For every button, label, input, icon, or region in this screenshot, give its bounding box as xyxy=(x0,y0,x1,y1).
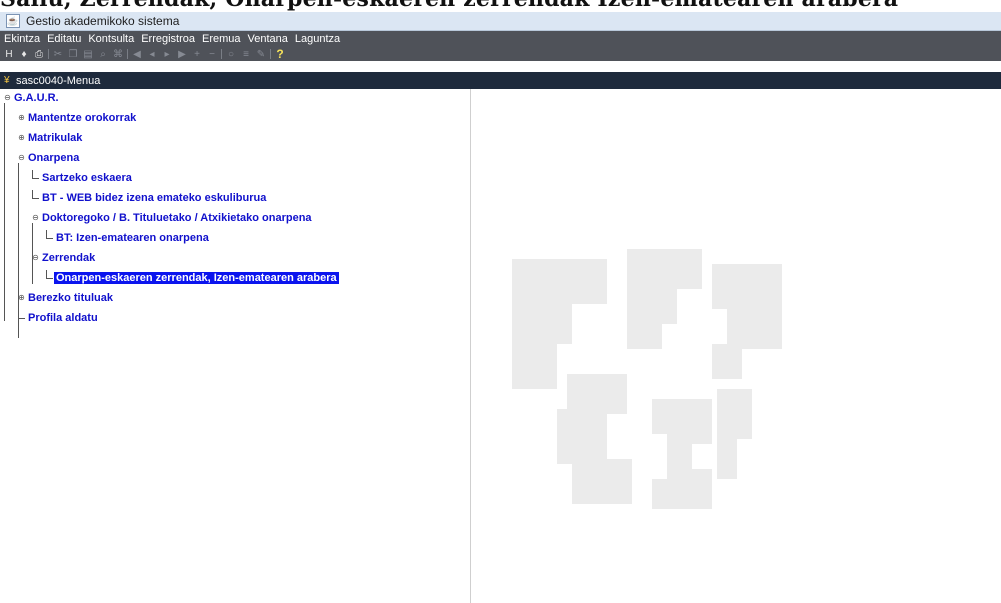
java-app-icon: ☕ xyxy=(6,14,20,28)
first-record-icon[interactable]: ◀ xyxy=(131,49,143,60)
collapse-icon[interactable]: ⊖ xyxy=(4,90,11,106)
tree-item-label[interactable]: Zerrendak xyxy=(40,252,97,264)
cut-icon[interactable]: ✂ xyxy=(52,49,64,60)
delete-record-icon[interactable]: − xyxy=(206,49,218,60)
window-title: Gestio akademikoko sistema xyxy=(26,14,180,28)
university-logo-watermark xyxy=(512,249,782,509)
tree-item-label[interactable]: BT - WEB bidez izena emateko eskuliburua xyxy=(40,192,268,204)
toolbar-separator xyxy=(127,49,128,59)
previous-record-icon[interactable]: ◂ xyxy=(146,49,158,60)
tree-item[interactable]: ⊖ Doktoregoko / B. Tituluetako / Atxikiet… xyxy=(32,210,314,226)
tree-item-label[interactable]: Onarpena xyxy=(26,152,81,164)
tree-guide-line xyxy=(32,263,33,284)
collapse-icon[interactable]: ⊖ xyxy=(32,250,39,266)
tree-connector xyxy=(18,310,25,319)
tree-item[interactable]: ⊖ Onarpena xyxy=(18,150,81,166)
expand-icon[interactable]: ⊕ xyxy=(18,130,25,146)
logo-area xyxy=(472,89,1001,603)
tree-guide-line xyxy=(4,103,5,321)
clear-icon[interactable]: ○ xyxy=(225,49,237,60)
tree-item[interactable]: ⊕ Berezko tituluak xyxy=(18,290,115,306)
collapse-icon[interactable]: ⊖ xyxy=(18,150,25,166)
menu-ventana[interactable]: Ventana xyxy=(248,33,288,45)
menu-editatu[interactable]: Editatu xyxy=(47,33,81,45)
expand-icon[interactable]: ⊕ xyxy=(18,110,25,126)
tree-connector xyxy=(32,170,39,179)
tree-guide-line xyxy=(32,223,33,264)
window-titlebar[interactable]: ☕ Gestio akademikoko sistema xyxy=(0,12,1001,31)
edit-icon[interactable]: ✎ xyxy=(255,49,267,60)
query-icon[interactable]: ⌕ xyxy=(97,49,109,60)
paste-icon[interactable]: ▤ xyxy=(82,49,94,60)
tree-item[interactable]: ⊖ Zerrendak xyxy=(32,250,97,266)
copy-icon[interactable]: ❐ xyxy=(67,49,79,60)
help-icon[interactable]: ? xyxy=(274,48,286,60)
toolbar-separator xyxy=(48,49,49,59)
menubar: Ekintza Editatu Kontsulta Erregistroa Eremua… xyxy=(0,31,1001,47)
tree-item-label[interactable]: Mantentze orokorrak xyxy=(26,112,138,124)
toolbar-separator xyxy=(270,49,271,59)
tree-connector xyxy=(46,230,53,239)
list-icon[interactable]: ≡ xyxy=(240,49,252,60)
tree-connector xyxy=(46,270,53,279)
tree-item-label[interactable]: Doktoregoko / B. Tituluetako / Atxikieta… xyxy=(40,212,314,224)
tree-guide-line xyxy=(18,163,19,338)
insert-record-icon[interactable]: + xyxy=(191,49,203,60)
tree-item[interactable]: Profila aldatu xyxy=(18,310,100,326)
next-record-icon[interactable]: ▸ xyxy=(161,49,173,60)
menu-ekintza[interactable]: Ekintza xyxy=(4,33,40,45)
menu-eremua[interactable]: Eremua xyxy=(202,33,241,45)
tree-item[interactable]: Onarpen-eskaeren zerrendak, Izen-ematear… xyxy=(46,270,339,286)
menu-tree: ⊖ G.A.U.R. ⊕ Mantentze orokorrak ⊕ Matrikulak… xyxy=(0,89,471,603)
tree-connector xyxy=(32,190,39,199)
tree-item-label[interactable]: G.A.U.R. xyxy=(12,92,61,104)
last-record-icon[interactable]: ▶ xyxy=(176,49,188,60)
subwindow-titlebar[interactable]: ¥ sasc0040-Menua xyxy=(0,72,1001,89)
menu-laguntza[interactable]: Laguntza xyxy=(295,33,340,45)
tree-item[interactable]: ⊕ Matrikulak xyxy=(18,130,84,146)
tree-item[interactable]: BT - WEB bidez izena emateko eskuliburua xyxy=(32,190,268,206)
tree-item-label[interactable]: Sartzeko eskaera xyxy=(40,172,134,184)
menu-kontsulta[interactable]: Kontsulta xyxy=(88,33,134,45)
bookmark-icon[interactable]: ♦ xyxy=(18,49,30,60)
tree-item[interactable]: BT: Izen-ematearen onarpena xyxy=(46,230,211,246)
subwindow-title: sasc0040-Menua xyxy=(16,74,101,87)
tree-item[interactable]: ⊖ G.A.U.R. xyxy=(4,90,61,106)
tree-item[interactable]: Sartzeko eskaera xyxy=(32,170,134,186)
expand-icon[interactable]: ⊕ xyxy=(18,290,25,306)
tree-item-label[interactable]: Berezko tituluak xyxy=(26,292,115,304)
execute-icon[interactable]: ⌘ xyxy=(112,49,124,60)
toolbar-separator xyxy=(221,49,222,59)
tree-item-label[interactable]: Matrikulak xyxy=(26,132,84,144)
tree-item-label[interactable]: BT: Izen-ematearen onarpena xyxy=(54,232,211,244)
document-heading: Sailu, Zerrendak, Onarpen-eskaeren zerre… xyxy=(0,0,1001,12)
save-icon[interactable]: H xyxy=(3,49,15,60)
tree-item[interactable]: ⊕ Mantentze orokorrak xyxy=(18,110,138,126)
print-icon[interactable]: ⎙ xyxy=(33,49,45,60)
toolbar: H ♦ ⎙ ✂ ❐ ▤ ⌕ ⌘ ◀ ◂ ▸ ▶ + − ○ ≡ ✎? xyxy=(0,47,1001,61)
collapse-icon[interactable]: ⊖ xyxy=(32,210,39,226)
menu-erregistroa[interactable]: Erregistroa xyxy=(141,33,195,45)
tree-item-label[interactable]: Onarpen-eskaeren zerrendak, Izen-ematear… xyxy=(54,272,339,284)
tree-item-label[interactable]: Profila aldatu xyxy=(26,312,100,324)
form-icon: ¥ xyxy=(4,75,10,86)
